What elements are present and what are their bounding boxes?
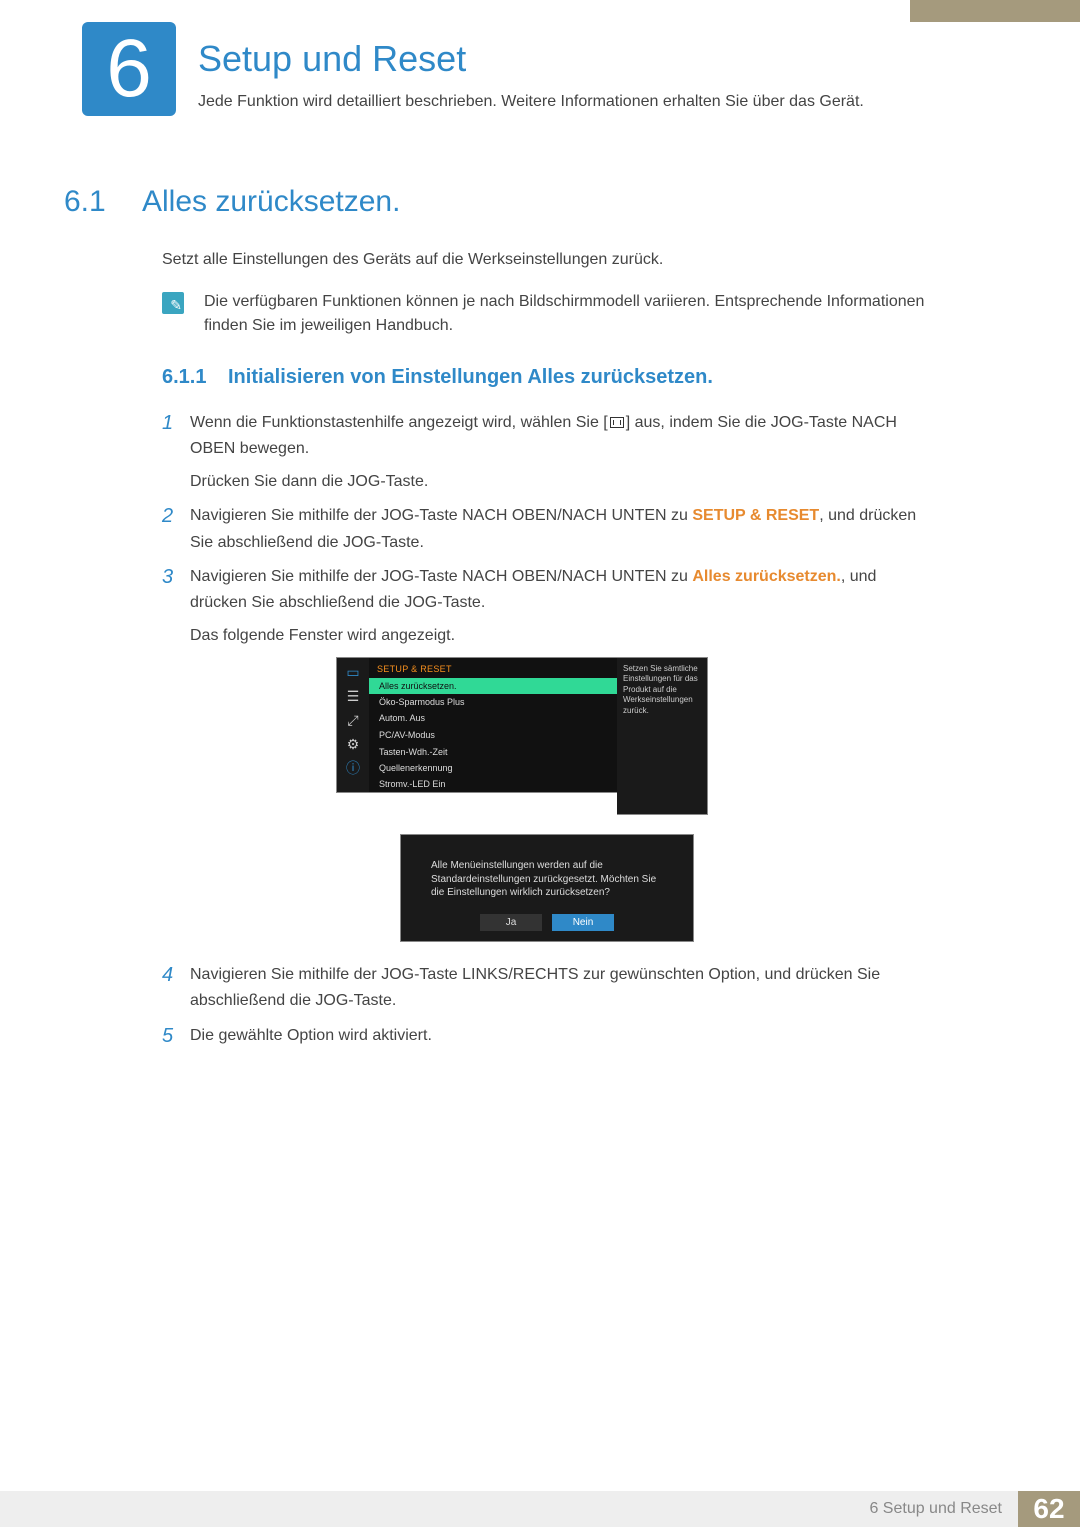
osd-label: Öko-Sparmodus Plus [379,697,465,707]
subsection-number: 6.1.1 [162,366,206,389]
step-list-bottom: 4 Navigieren Sie mithilfe der JOG-Taste … [162,962,937,1057]
settings-icon: ⚙ [342,736,364,752]
step-4: 4 Navigieren Sie mithilfe der JOG-Taste … [162,962,937,1015]
step-highlight: SETUP & RESET [692,507,819,524]
step-body: Wenn die Funktionstastenhilfe angezeigt … [190,410,937,495]
subsection-title: Initialisieren von Einstellungen Alles z… [228,366,713,389]
step-number: 2 [162,503,190,556]
step-text: Navigieren Sie mithilfe der JOG-Taste NA… [190,568,692,585]
chapter-number-box: 6 [82,22,176,116]
info-icon: ⓘ [342,760,364,776]
step-list-top: 1 Wenn die Funktionstastenhilfe angezeig… [162,410,937,657]
osd-label: Autom. Aus [379,713,425,724]
osd-label: Alles zurücksetzen. [379,681,457,691]
step-number: 3 [162,564,190,649]
page-footer: 6 Setup und Reset 62 [0,1491,1080,1527]
dialog-buttons: Ja Nein [417,914,677,931]
step-number: 5 [162,1023,190,1049]
chapter-title: Setup und Reset [198,38,466,80]
resize-icon: ⤢ [342,712,364,728]
step-number: 4 [162,962,190,1015]
footer-page-number: 62 [1018,1491,1080,1527]
osd-tooltip: Setzen Sie sämtliche Einstellungen für d… [617,657,708,815]
section-intro: Setzt alle Einstellungen des Geräts auf … [162,251,663,269]
step-5: 5 Die gewählte Option wird aktiviert. [162,1023,937,1049]
step-highlight: Alles zurücksetzen. [692,568,841,585]
step-2: 2 Navigieren Sie mithilfe der JOG-Taste … [162,503,937,556]
header-accent-bar [910,0,1080,22]
step-body: Navigieren Sie mithilfe der JOG-Taste NA… [190,564,937,649]
step-number: 1 [162,410,190,495]
footer-chapter-label: 6 Setup und Reset [0,1491,1018,1527]
step-text: Navigieren Sie mithilfe der JOG-Taste NA… [190,507,692,524]
osd-label: Tasten-Wdh.-Zeit [379,747,448,757]
step-1: 1 Wenn die Funktionstastenhilfe angezeig… [162,410,937,495]
step-text: Das folgende Fenster wird angezeigt. [190,623,937,649]
chapter-intro: Jede Funktion wird detailliert beschrieb… [198,93,864,111]
menu-icon [610,417,624,428]
dialog-yes-button: Ja [480,914,542,931]
color-icon: ☰ [342,688,364,704]
picture-icon: ▭ [342,664,364,680]
note-text: Die verfügbaren Funktionen können je nac… [204,290,934,338]
step-body: Navigieren Sie mithilfe der JOG-Taste NA… [190,503,937,556]
osd-confirm-dialog: Alle Menüeinstellungen werden auf die St… [400,834,694,942]
step-body: Navigieren Sie mithilfe der JOG-Taste LI… [190,962,937,1015]
osd-label: Stromv.-LED Ein [379,779,445,789]
step-3: 3 Navigieren Sie mithilfe der JOG-Taste … [162,564,937,649]
step-text: Drücken Sie dann die JOG-Taste. [190,469,937,495]
step-text: Wenn die Funktionstastenhilfe angezeigt … [190,414,608,431]
section-number: 6.1 [64,185,106,219]
osd-sidebar: ▭ ☰ ⤢ ⚙ ⓘ [337,658,369,792]
osd-label: PC/AV-Modus [379,730,435,741]
dialog-no-button: Nein [552,914,614,931]
dialog-message: Alle Menüeinstellungen werden auf die St… [431,859,663,900]
osd-label: Quellenerkennung [379,763,453,773]
section-title: Alles zurücksetzen. [142,185,400,219]
step-body: Die gewählte Option wird aktiviert. [190,1023,432,1049]
note-icon: ✎ [162,292,184,314]
